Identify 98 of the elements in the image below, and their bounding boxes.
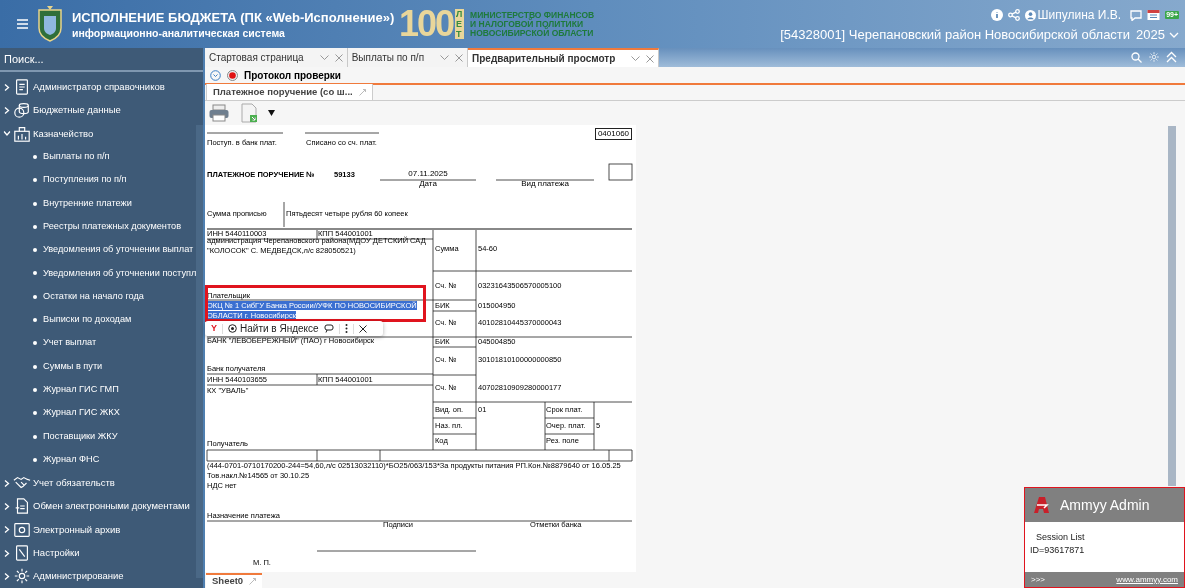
bullet-icon (33, 387, 37, 392)
bullet-icon (33, 364, 37, 369)
anniversary-word: ЛЕТ (455, 9, 465, 39)
menu-item[interactable]: Электронный архив (33, 522, 121, 537)
search-action[interactable]: Найти в Яндексе (228, 321, 319, 336)
tab[interactable]: Предварительный просмотр (468, 48, 660, 67)
bar-chart-icon (13, 124, 31, 143)
expand-icon[interactable] (210, 69, 221, 81)
menu-item[interactable]: Учет обязательств (33, 476, 115, 491)
menu-item[interactable]: Уведомления об уточнении выплат (43, 243, 194, 258)
print-icon[interactable] (209, 104, 229, 122)
chevron-down-icon[interactable] (631, 56, 641, 61)
resize-icon[interactable] (358, 88, 366, 96)
menu-item[interactable]: Поступления по п/п (43, 173, 127, 188)
chevron-icon[interactable] (4, 83, 10, 91)
date-value: 07.11.2025 (407, 169, 449, 179)
payment-type-label: Вид платежа (520, 179, 570, 189)
ministry-name: МИНИСТЕРСТВО ФИНАНСОВ И НАЛОГОВОЙ ПОЛИТИКИ НОВОСИБИРСКОЙ ОБЛАСТИ (470, 10, 595, 38)
menu-item[interactable]: Бюджетные данные (33, 103, 121, 118)
menu-item[interactable]: Администратор справочников (33, 80, 165, 95)
bullet-icon (33, 318, 37, 323)
bullet-icon (33, 224, 37, 229)
menu-item[interactable]: Суммы в пути (43, 359, 103, 374)
date-label: Дата (418, 179, 438, 189)
region-name: [54328001] Черепановский район Новосибирской области (780, 27, 1131, 42)
coins-icon (13, 101, 31, 120)
bullet-icon (33, 411, 37, 416)
more-link[interactable]: >>> (1031, 573, 1045, 586)
menu-item[interactable]: Уведомления об уточнении поступл (43, 266, 197, 281)
menu-item[interactable]: Обмен электронными документами (33, 499, 190, 514)
window-title: Ammyy Admin (1060, 495, 1150, 515)
menu-item[interactable]: Администрирование (33, 569, 124, 584)
menu-item[interactable]: Выписки по доходам (43, 313, 132, 327)
chevron-icon[interactable] (4, 502, 10, 510)
calendar-icon[interactable] (1147, 9, 1161, 21)
tab[interactable]: Платежное поручение (со ш... (206, 84, 373, 100)
protocol-title: Протокол проверки (244, 68, 341, 83)
bullet-icon (33, 457, 37, 462)
tab[interactable]: Стартовая страница (205, 48, 348, 67)
document-icon (13, 497, 31, 516)
chevron-icon[interactable] (4, 106, 10, 114)
sheet-tab[interactable]: Sheet0 (206, 573, 263, 588)
bullet-icon (33, 155, 37, 159)
bullet-icon (33, 178, 37, 183)
menu-item[interactable]: Журнал ГИС ГМП (43, 383, 119, 397)
chevron-icon[interactable] (4, 526, 10, 534)
menu-item[interactable]: Настройки (33, 545, 80, 561)
brand-logo: Y (211, 321, 217, 335)
search-field[interactable]: Поиск... (4, 51, 199, 68)
tablet-icon (13, 544, 31, 563)
resize-icon[interactable] (249, 578, 257, 585)
safe-icon (13, 520, 31, 539)
chevron-icon[interactable] (4, 572, 10, 580)
website-link[interactable]: www.ammyy.com (1116, 573, 1178, 586)
menu-item[interactable]: Журнал ГИС ЖКХ (43, 406, 120, 421)
chevron-icon[interactable] (4, 549, 10, 557)
app-logo-icon (1031, 495, 1051, 515)
more-icon[interactable] (344, 324, 348, 333)
bullet-icon (33, 341, 37, 346)
emblem-icon (37, 6, 63, 42)
menu-item[interactable]: Внутренние платежи (43, 196, 132, 211)
chevron-down-icon[interactable] (319, 55, 329, 60)
chevron-icon[interactable] (3, 130, 11, 137)
app-subtitle: информационно-аналитическая система (72, 27, 286, 39)
menu-item[interactable]: Журнал ФНС (43, 452, 100, 467)
anniversary-logo: 100 (399, 5, 454, 43)
session-id: ID=93617871 (1030, 544, 1086, 557)
menu-item[interactable]: Учет выплат (43, 336, 97, 351)
chevron-icon[interactable] (4, 479, 10, 487)
bullet-icon (33, 201, 37, 206)
tab[interactable]: Выплаты по п/п (347, 48, 469, 67)
app-title: ИСПОЛНЕНИЕ БЮДЖЕТА (ПК «Web-Исполнение») (72, 9, 396, 27)
comment-icon[interactable] (323, 324, 334, 333)
menu-item[interactable]: Остатки на начало года (43, 289, 144, 304)
menu-item[interactable]: Реестры платежных документов (43, 220, 181, 234)
dropdown-icon[interactable] (268, 110, 275, 116)
form-code: 0401060 (595, 128, 632, 140)
search-engine-icon (228, 324, 237, 333)
chat-icon[interactable] (1130, 9, 1143, 21)
bullet-icon (33, 434, 37, 439)
info-icon[interactable] (990, 9, 1003, 21)
chevron-down-icon[interactable] (440, 55, 450, 60)
user-icon (1024, 9, 1036, 21)
search-icon[interactable] (1131, 51, 1142, 63)
bullet-icon (33, 248, 37, 253)
export-icon[interactable] (241, 103, 258, 123)
menu-item[interactable]: Поставщики ЖКУ (43, 429, 118, 444)
bullet-icon (33, 271, 37, 276)
session-list-link[interactable]: Session List (1030, 531, 1184, 544)
bullet-icon (33, 294, 37, 299)
menu-item[interactable]: Выплаты по п/п (43, 150, 110, 164)
close-icon[interactable] (358, 324, 367, 333)
menu-icon[interactable] (17, 19, 28, 29)
document-icon (13, 78, 31, 97)
menu-item[interactable]: Казначейство (33, 126, 94, 141)
share-icon[interactable] (1007, 9, 1020, 21)
collapse-icon[interactable] (1166, 51, 1177, 63)
chevron-down-icon (1169, 31, 1179, 38)
